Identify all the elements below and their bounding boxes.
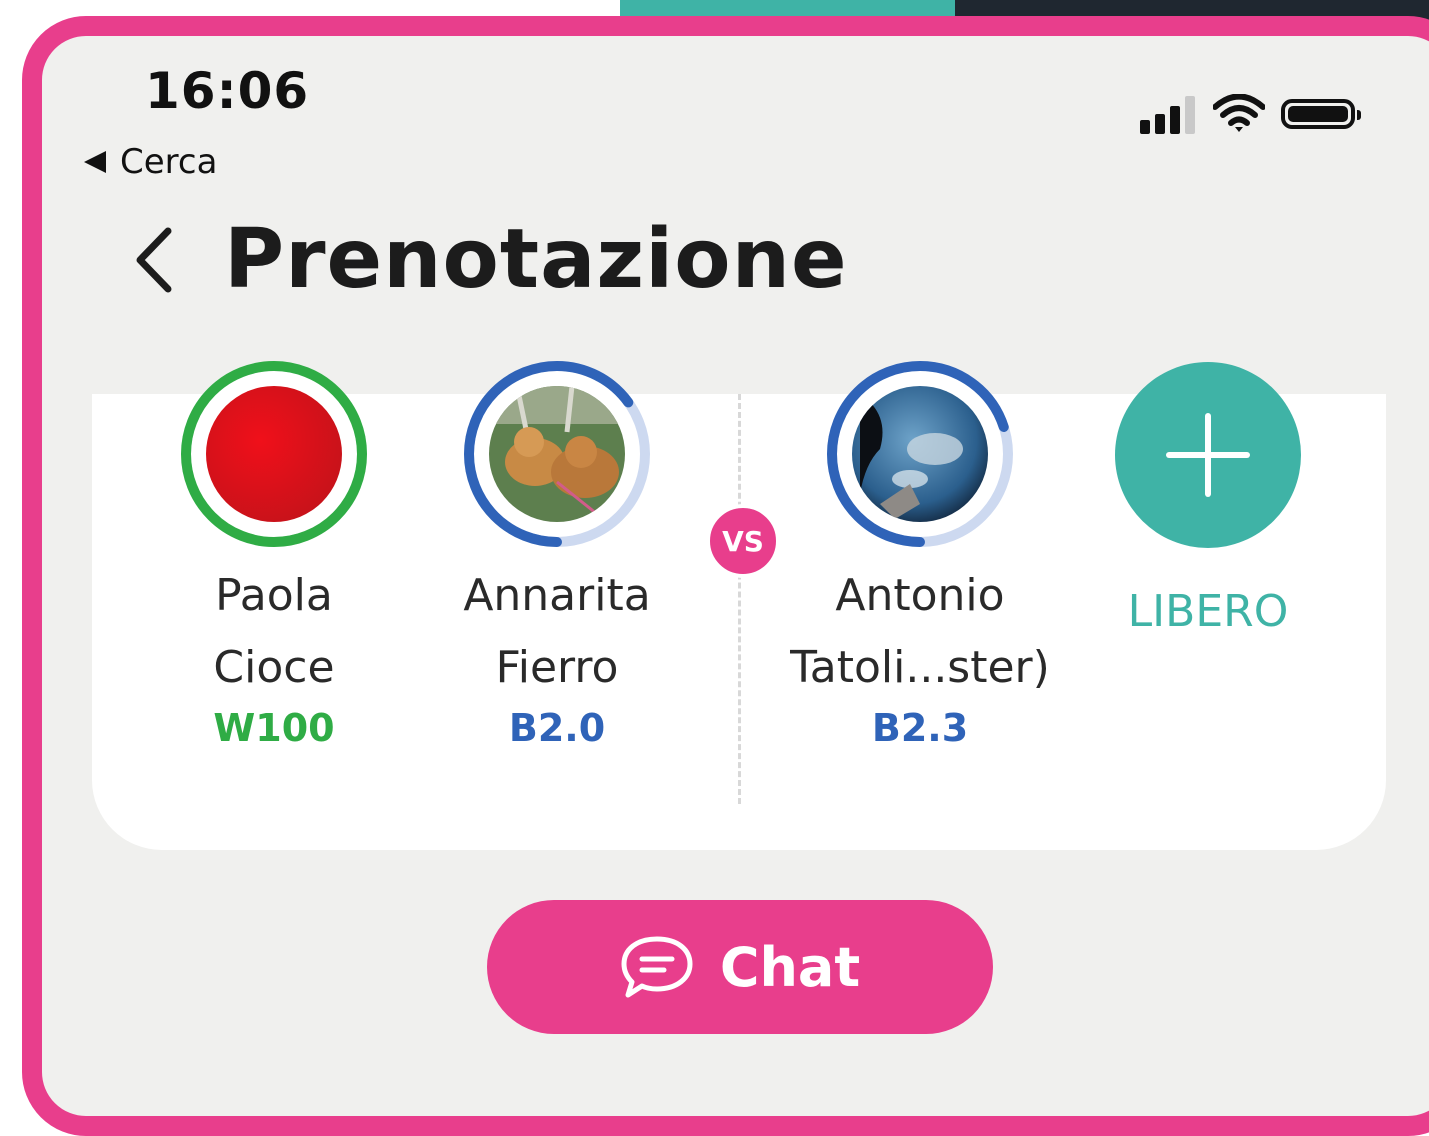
page-header: Prenotazione: [124, 212, 848, 307]
back-to-app-label: Cerca: [120, 142, 218, 182]
player-last-name: Cioce: [213, 642, 335, 693]
back-to-app-link[interactable]: Cerca: [84, 142, 217, 182]
player-avatar: [820, 354, 1020, 554]
status-time: 16:06: [145, 62, 310, 120]
player-first-name: Antonio: [835, 570, 1005, 621]
player-level: B2.3: [871, 706, 969, 750]
player-first-name: Paola: [215, 570, 333, 621]
player-level: W100: [213, 706, 335, 750]
status-icons: [1140, 94, 1361, 134]
chat-button[interactable]: Chat: [487, 900, 993, 1034]
free-slot-label: LIBERO: [1127, 586, 1289, 637]
back-chevron-button[interactable]: [124, 220, 184, 300]
player-first-name: Annarita: [463, 570, 651, 621]
chevron-left-icon: [136, 227, 172, 292]
team-divider: [738, 394, 741, 804]
player-avatar: [174, 354, 374, 554]
cellular-signal-icon: [1140, 94, 1195, 134]
chat-bubble-icon: [621, 936, 693, 998]
plus-icon: [1166, 413, 1250, 497]
player-last-name: Fierro: [495, 642, 619, 693]
battery-icon: [1281, 99, 1361, 129]
page-title: Prenotazione: [224, 212, 848, 307]
player-card-3[interactable]: Antonio Tatoli...ster) B2.3: [790, 354, 1050, 750]
chat-button-label: Chat: [719, 935, 861, 999]
free-slot[interactable]: LIBERO: [1078, 354, 1338, 637]
back-triangle-icon: [84, 151, 106, 173]
player-last-name: Tatoli...ster): [790, 642, 1050, 693]
wifi-icon: [1213, 94, 1265, 132]
player-level: B2.0: [508, 706, 606, 750]
player-card-1[interactable]: Paola Cioce W100: [144, 354, 404, 750]
phone-screen: 16:06 Cerca Prenotazione VS Paola Cioce …: [22, 16, 1429, 1136]
match-card: VS Paola Cioce W100 Annarita Fierro B2.0…: [92, 361, 1386, 850]
vs-badge: VS: [706, 504, 780, 578]
player-avatar: [457, 354, 657, 554]
player-card-2[interactable]: Annarita Fierro B2.0: [427, 354, 687, 750]
add-player-button[interactable]: [1115, 362, 1301, 548]
